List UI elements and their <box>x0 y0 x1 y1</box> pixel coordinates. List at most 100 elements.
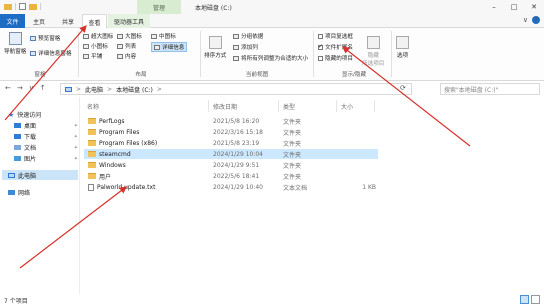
breadcrumb-item-this-pc[interactable]: 此电脑 <box>85 85 103 94</box>
up-button[interactable]: ↑ <box>40 84 46 92</box>
tab-file[interactable]: 文件 <box>0 14 25 28</box>
hide-selected-button[interactable]: 隐藏 所选项目 <box>362 36 384 67</box>
options-button[interactable]: 选项 <box>396 36 409 59</box>
large-icons-view-icon[interactable] <box>531 295 540 304</box>
details-pane-icon <box>30 50 36 56</box>
group-label-current-view: 当前视图 <box>245 72 269 78</box>
group-label-layout: 布局 <box>135 72 147 78</box>
pin-icon: ✦ <box>73 133 78 140</box>
minimize-button[interactable]: – <box>484 0 504 14</box>
table-row[interactable]: Palworld update.txt 2024/1/29 10:40 文本文档… <box>84 182 378 192</box>
new-folder-icon[interactable] <box>29 3 37 10</box>
sort-by-button[interactable]: 排序方式 <box>204 36 226 59</box>
documents-icon <box>14 145 21 150</box>
help-icon[interactable]: ? <box>532 16 540 24</box>
sidebar-item-label: 网络 <box>18 190 31 197</box>
ribbon-view: 导航窗格 预览窗格 详细信息窗格 窗格 超大图标 大图标 中图标 小图标 列表 … <box>0 28 544 81</box>
window-title: 本地磁盘 (C:) <box>195 4 232 12</box>
back-button[interactable]: ← <box>5 84 11 92</box>
pin-icon: ✦ <box>73 122 78 129</box>
layout-small-icons[interactable]: 小图标 <box>83 42 108 50</box>
recent-locations-button[interactable]: ∨ <box>29 84 34 92</box>
table-row[interactable]: steamcmd 2024/1/29 10:04 文件夹 <box>84 149 378 159</box>
file-name: Windows <box>99 161 126 169</box>
sidebar-item-pictures[interactable]: 图片 ✦ <box>14 154 78 163</box>
folder-icon <box>88 140 96 146</box>
sidebar-item-desktop[interactable]: 桌面 ✦ <box>14 121 78 130</box>
sidebar-item-label: 快速访问 <box>17 112 42 119</box>
file-name: PerfLogs <box>99 117 125 125</box>
size-columns-button[interactable]: 将所有列调整为合适的大小 <box>233 54 308 62</box>
sidebar-item-this-pc[interactable]: 此电脑 <box>2 170 78 180</box>
tab-home[interactable]: 主页 <box>26 14 52 28</box>
breadcrumb-separator: > <box>76 85 82 93</box>
sidebar-item-quick-access[interactable]: ★ 快速访问 <box>8 110 42 120</box>
file-size: 1 KB <box>362 183 376 191</box>
preview-pane-button[interactable]: 预览窗格 <box>30 34 60 42</box>
file-date: 2024/1/29 10:04 <box>213 150 263 158</box>
details-pane-button[interactable]: 详细信息窗格 <box>30 49 72 57</box>
file-extensions-checkbox[interactable] <box>318 43 323 50</box>
sidebar-item-network[interactable]: 网络 <box>8 188 30 197</box>
properties-icon[interactable] <box>19 3 26 10</box>
folder-icon <box>88 162 96 168</box>
tab-view[interactable]: 查看 <box>82 14 107 29</box>
layout-large-icons[interactable]: 大图标 <box>117 32 142 40</box>
breadcrumb-item-c-drive[interactable]: 本地磁盘 (C:) <box>116 85 153 94</box>
layout-medium-icons[interactable]: 中图标 <box>151 32 176 40</box>
file-date: 2022/5/6 18:41 <box>213 172 260 180</box>
options-label: 选项 <box>396 53 409 59</box>
column-header-type[interactable]: 类型 <box>281 100 337 112</box>
manage-context-header: 管理 <box>137 0 181 14</box>
collapse-ribbon-icon[interactable]: ∨ <box>523 16 528 24</box>
pin-icon: ✦ <box>73 144 78 151</box>
file-type: 文件夹 <box>283 151 302 159</box>
column-header-size[interactable]: 大小 <box>339 100 375 112</box>
tab-drive-tools[interactable]: 驱动器工具 <box>108 14 150 28</box>
table-row[interactable]: PerfLogs 2021/5/8 16:20 文件夹 <box>84 116 378 126</box>
layout-list[interactable]: 列表 <box>117 42 136 50</box>
hidden-items-checkbox[interactable] <box>318 55 323 61</box>
refresh-button[interactable]: ⟳ <box>400 84 406 92</box>
item-checkboxes-checkbox[interactable] <box>318 33 323 39</box>
file-extensions-toggle[interactable]: 文件扩展名 <box>318 43 353 51</box>
search-input[interactable]: 搜索"本地磁盘 (C:)" <box>440 83 540 95</box>
sidebar-item-documents[interactable]: 文档 ✦ <box>14 143 78 152</box>
this-pc-icon <box>8 172 15 178</box>
table-row[interactable]: Program Files (x86) 2021/5/8 23:19 文件夹 <box>84 138 378 148</box>
layout-tiles[interactable]: 平铺 <box>83 52 102 60</box>
hidden-items-toggle[interactable]: 隐藏的项目 <box>318 54 353 62</box>
forward-button[interactable]: → <box>17 84 23 92</box>
sidebar-item-label: 此电脑 <box>18 172 37 180</box>
sidebar-item-label: 下载 <box>24 134 37 141</box>
close-button[interactable]: ✕ <box>524 0 544 14</box>
layout-details[interactable]: 详细信息 <box>151 42 188 52</box>
folder-icon <box>88 118 96 124</box>
column-header-name[interactable]: 名称 <box>87 100 209 112</box>
file-name: Palworld update.txt <box>97 183 156 191</box>
column-header-date[interactable]: 修改日期 <box>211 100 279 112</box>
search-placeholder: 搜索"本地磁盘 (C:)" <box>444 86 499 94</box>
layout-content[interactable]: 内容 <box>117 52 136 60</box>
sidebar-item-downloads[interactable]: 下载 ✦ <box>14 132 78 141</box>
divider <box>40 3 41 10</box>
hidden-items-label: 隐藏的项目 <box>325 56 353 62</box>
details-pane-label: 详细信息窗格 <box>38 51 72 57</box>
breadcrumb[interactable]: > 此电脑 > 本地磁盘 (C:) > <box>60 83 412 95</box>
details-view-icon[interactable] <box>520 295 529 304</box>
layout-extra-large-icons[interactable]: 超大图标 <box>83 32 113 40</box>
item-checkboxes-toggle[interactable]: 项目复选框 <box>318 32 353 40</box>
nav-pane-button[interactable]: 导航窗格 <box>4 32 26 55</box>
add-columns-button[interactable]: 添加列 <box>233 43 258 51</box>
table-row[interactable]: Windows 2024/1/29 9:51 文件夹 <box>84 160 378 170</box>
tab-share[interactable]: 共享 <box>54 14 82 28</box>
maximize-button[interactable]: □ <box>504 0 524 14</box>
status-bar: 7 个项目 <box>0 294 544 306</box>
file-type: 文件夹 <box>283 140 302 148</box>
table-row[interactable]: Program Files 2022/3/16 15:18 文件夹 <box>84 127 378 137</box>
file-extensions-label: 文件扩展名 <box>325 45 353 51</box>
file-name: steamcmd <box>99 150 131 158</box>
table-row[interactable]: 用户 2022/5/6 18:41 文件夹 <box>84 171 378 181</box>
divider <box>313 31 314 77</box>
group-by-button[interactable]: 分组依据 <box>233 32 263 40</box>
